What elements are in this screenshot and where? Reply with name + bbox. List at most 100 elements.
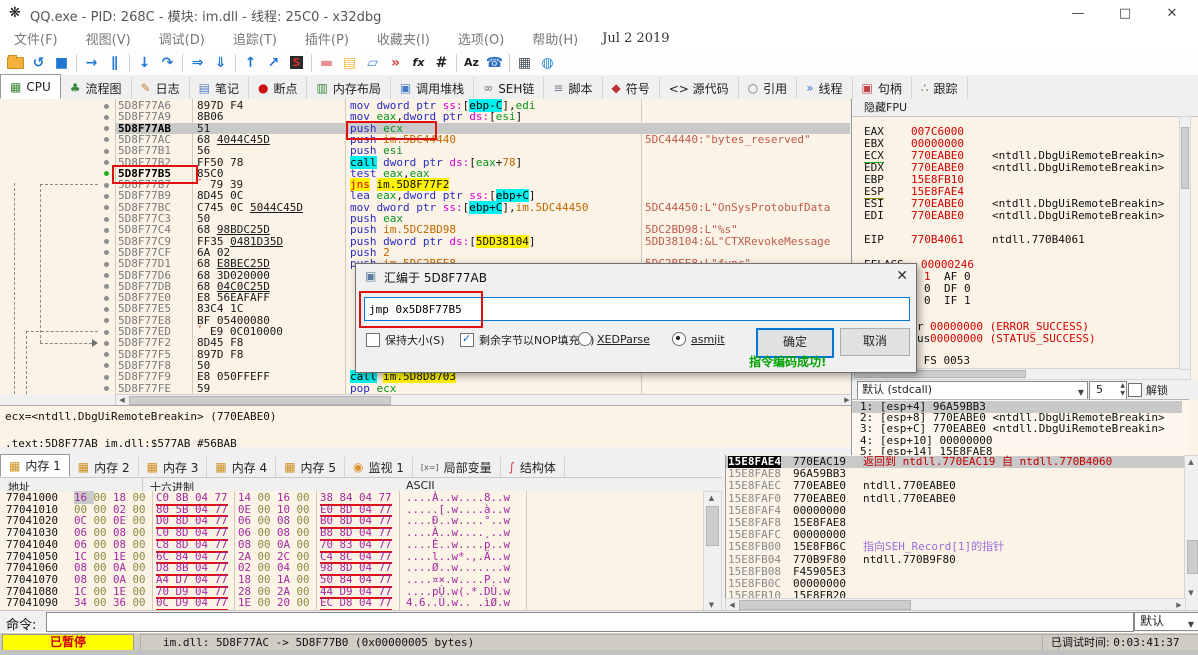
menu-追踪(T)[interactable]: 追踪(T) bbox=[219, 29, 291, 48]
tab-watch-1[interactable]: ◉ 监视 1 bbox=[345, 457, 413, 477]
dump-vscrollbar[interactable]: ▲ ▼ bbox=[703, 491, 722, 610]
tab-memory-map[interactable]: ▥ 内存布局 bbox=[307, 77, 391, 99]
stack-row[interactable]: 15E8FB10 15E8FB20 bbox=[726, 589, 1198, 598]
phone-icon[interactable]: ☎ bbox=[483, 52, 506, 73]
asmjit-radio[interactable]: asmjit bbox=[672, 332, 725, 346]
row-dot[interactable] bbox=[104, 182, 109, 188]
calling-convention-select[interactable]: 默认 (stdcall) ▼ bbox=[857, 381, 1088, 400]
checkbox-checked-icon[interactable] bbox=[460, 332, 474, 347]
menu-插件(P)[interactable]: 插件(P) bbox=[291, 29, 363, 48]
row-dot[interactable] bbox=[104, 114, 109, 120]
hide-fpu-button[interactable]: 隐藏FPU bbox=[852, 99, 1198, 117]
hash-icon[interactable]: # bbox=[430, 52, 453, 73]
scroll-left-icon[interactable]: ◀ bbox=[117, 395, 127, 405]
tab-dump-1[interactable]: ▦ 内存 1 bbox=[0, 454, 70, 477]
nop-fill-checkbox[interactable]: 剩余字节以NOP填充(F) bbox=[460, 332, 594, 348]
tab-notes[interactable]: ▤ 笔记 bbox=[189, 77, 249, 99]
scroll-left-icon[interactable]: ◀ bbox=[727, 600, 737, 610]
scroll-down-icon[interactable]: ▼ bbox=[1185, 588, 1197, 598]
stack-row[interactable]: 15E8FAF0 770EABE0 ntdll.770EABE0 bbox=[726, 492, 1198, 505]
globe-icon[interactable]: ◍ bbox=[536, 52, 559, 73]
scroll-thumb[interactable] bbox=[739, 600, 911, 610]
checkbox-icon[interactable] bbox=[1128, 383, 1142, 397]
tab-dump-2[interactable]: ▦ 内存 2 bbox=[70, 457, 139, 477]
command-scope-select[interactable]: 默认 ▼ bbox=[1134, 612, 1198, 631]
scroll-up-icon[interactable]: ▲ bbox=[1185, 457, 1197, 467]
tab-symbols[interactable]: ◆ 符号 bbox=[602, 77, 660, 99]
tab-source[interactable]: <> 源代码 bbox=[659, 77, 739, 99]
dialog-title-bar[interactable]: ▣ 汇编于 5D8F77AB ✕ bbox=[356, 264, 916, 288]
switch-thread-icon[interactable]: ↗ bbox=[262, 52, 285, 73]
memory-dump-view[interactable]: 77041000 16 00 18 00 C0 8B 04 77 14 00 16 0… bbox=[0, 491, 722, 610]
row-dot[interactable] bbox=[104, 386, 109, 391]
tab-struct[interactable]: ∫ 结构体 bbox=[501, 457, 565, 477]
args-depth-spinner[interactable]: 5 ▲ ▼ bbox=[1089, 381, 1127, 400]
row-dot[interactable] bbox=[104, 227, 109, 233]
scroll-thumb[interactable] bbox=[706, 506, 719, 546]
stack-row[interactable]: 15E8FB00 15E8FB6C 指向SEH_Record[1]的指针 bbox=[726, 541, 1198, 553]
stack-vscrollbar[interactable]: ▲ ▼ bbox=[1184, 455, 1198, 598]
animate-into-icon[interactable]: ⇒ bbox=[186, 52, 209, 73]
calculator-icon[interactable]: ▦ bbox=[513, 52, 536, 73]
tab-dump-4[interactable]: ▦ 内存 4 bbox=[207, 457, 277, 477]
registers-vscrollbar[interactable] bbox=[1179, 116, 1191, 370]
row-dot[interactable] bbox=[104, 284, 109, 290]
scroll-thumb[interactable] bbox=[1181, 127, 1189, 189]
patches-icon[interactable]: ▬ bbox=[315, 52, 338, 73]
row-dot[interactable] bbox=[104, 239, 109, 245]
tab-dump-5[interactable]: ▦ 内存 5 bbox=[276, 457, 345, 477]
tab-log[interactable]: ✎ 日志 bbox=[131, 77, 190, 99]
row-dot[interactable] bbox=[104, 193, 109, 199]
row-dot[interactable] bbox=[104, 216, 109, 222]
favourites-icon[interactable]: » bbox=[384, 52, 407, 73]
row-dot[interactable] bbox=[104, 137, 109, 143]
stop-icon[interactable]: ■ bbox=[50, 52, 73, 73]
menu-调试(D)[interactable]: 调试(D) bbox=[145, 29, 219, 48]
menu-选项(O)[interactable]: 选项(O) bbox=[444, 29, 518, 48]
row-dot[interactable] bbox=[104, 318, 109, 324]
tab-trace[interactable]: ∴ 跟踪 bbox=[911, 77, 968, 99]
labels-icon[interactable]: ▱ bbox=[361, 52, 384, 73]
minimize-button[interactable]: — bbox=[1058, 4, 1098, 24]
tab-handles[interactable]: ▣ 句柄 bbox=[852, 77, 912, 99]
pause-icon[interactable]: ∥ bbox=[103, 52, 126, 73]
tab-breakpoints[interactable]: ● 断点 bbox=[248, 77, 308, 99]
radio-selected-icon[interactable] bbox=[672, 332, 686, 346]
tab-call-stack[interactable]: ▣ 调用堆栈 bbox=[390, 77, 475, 99]
row-dot[interactable] bbox=[104, 205, 109, 211]
scroll-thumb[interactable] bbox=[129, 396, 391, 405]
functions-icon[interactable]: fx bbox=[407, 52, 430, 73]
row-dot[interactable] bbox=[104, 352, 109, 358]
row-dot[interactable] bbox=[104, 306, 109, 312]
close-button[interactable]: ✕ bbox=[1152, 4, 1192, 24]
row-dot[interactable] bbox=[104, 374, 109, 380]
tab-dump-3[interactable]: ▦ 内存 3 bbox=[139, 457, 208, 477]
tab-seh[interactable]: ∞ SEH链 bbox=[474, 77, 545, 99]
unlock-checkbox[interactable]: 解锁 bbox=[1128, 382, 1168, 398]
stack-row[interactable]: 15E8FAEC 770EABE0 ntdll.770EABE0 bbox=[726, 480, 1198, 492]
row-dot[interactable] bbox=[104, 160, 109, 165]
row-dot[interactable] bbox=[104, 103, 109, 109]
row-dot[interactable] bbox=[104, 126, 109, 132]
strings-icon[interactable]: Az bbox=[460, 52, 483, 73]
menu-帮助(H)[interactable]: 帮助(H) bbox=[518, 29, 592, 48]
register-row[interactable]: EDI 770EABE0 <ntdll.DbgUiRemoteBreakin> bbox=[864, 210, 1164, 222]
execute-till-return-icon[interactable]: ↑ bbox=[239, 52, 262, 73]
row-dot[interactable] bbox=[104, 273, 109, 278]
tab-threads[interactable]: » 线程 bbox=[797, 77, 853, 99]
settings-shortcut-icon[interactable]: S bbox=[285, 52, 308, 73]
scroll-right-icon[interactable]: ▶ bbox=[1174, 600, 1184, 610]
tab-graph[interactable]: ♣ 流程图 bbox=[60, 77, 132, 99]
stack-row[interactable]: 15E8FB04 770B9F80 ntdll.770B9F80 bbox=[726, 553, 1198, 566]
xedparse-radio[interactable]: XEDParse bbox=[578, 332, 650, 346]
step-into-icon[interactable]: ↓ bbox=[133, 52, 156, 73]
menu-视图(V)[interactable]: 视图(V) bbox=[72, 29, 145, 48]
stack-view[interactable]: 15E8FAE4 770EAC19 返回到 ntdll.770EAC19 自 ntd… bbox=[725, 455, 1198, 598]
run-icon[interactable]: → bbox=[80, 52, 103, 73]
scroll-up-icon[interactable]: ▲ bbox=[704, 493, 719, 503]
arguments-pane[interactable]: 1: [esp+4] 96A59BB3 2: [esp+8] 770EABE0 <… bbox=[852, 399, 1189, 456]
animate-over-icon[interactable]: ⇓ bbox=[209, 52, 232, 73]
command-input[interactable] bbox=[46, 612, 1134, 632]
comments-icon[interactable]: ▤ bbox=[338, 52, 361, 73]
tab-cpu[interactable]: ▦ CPU bbox=[0, 74, 61, 99]
